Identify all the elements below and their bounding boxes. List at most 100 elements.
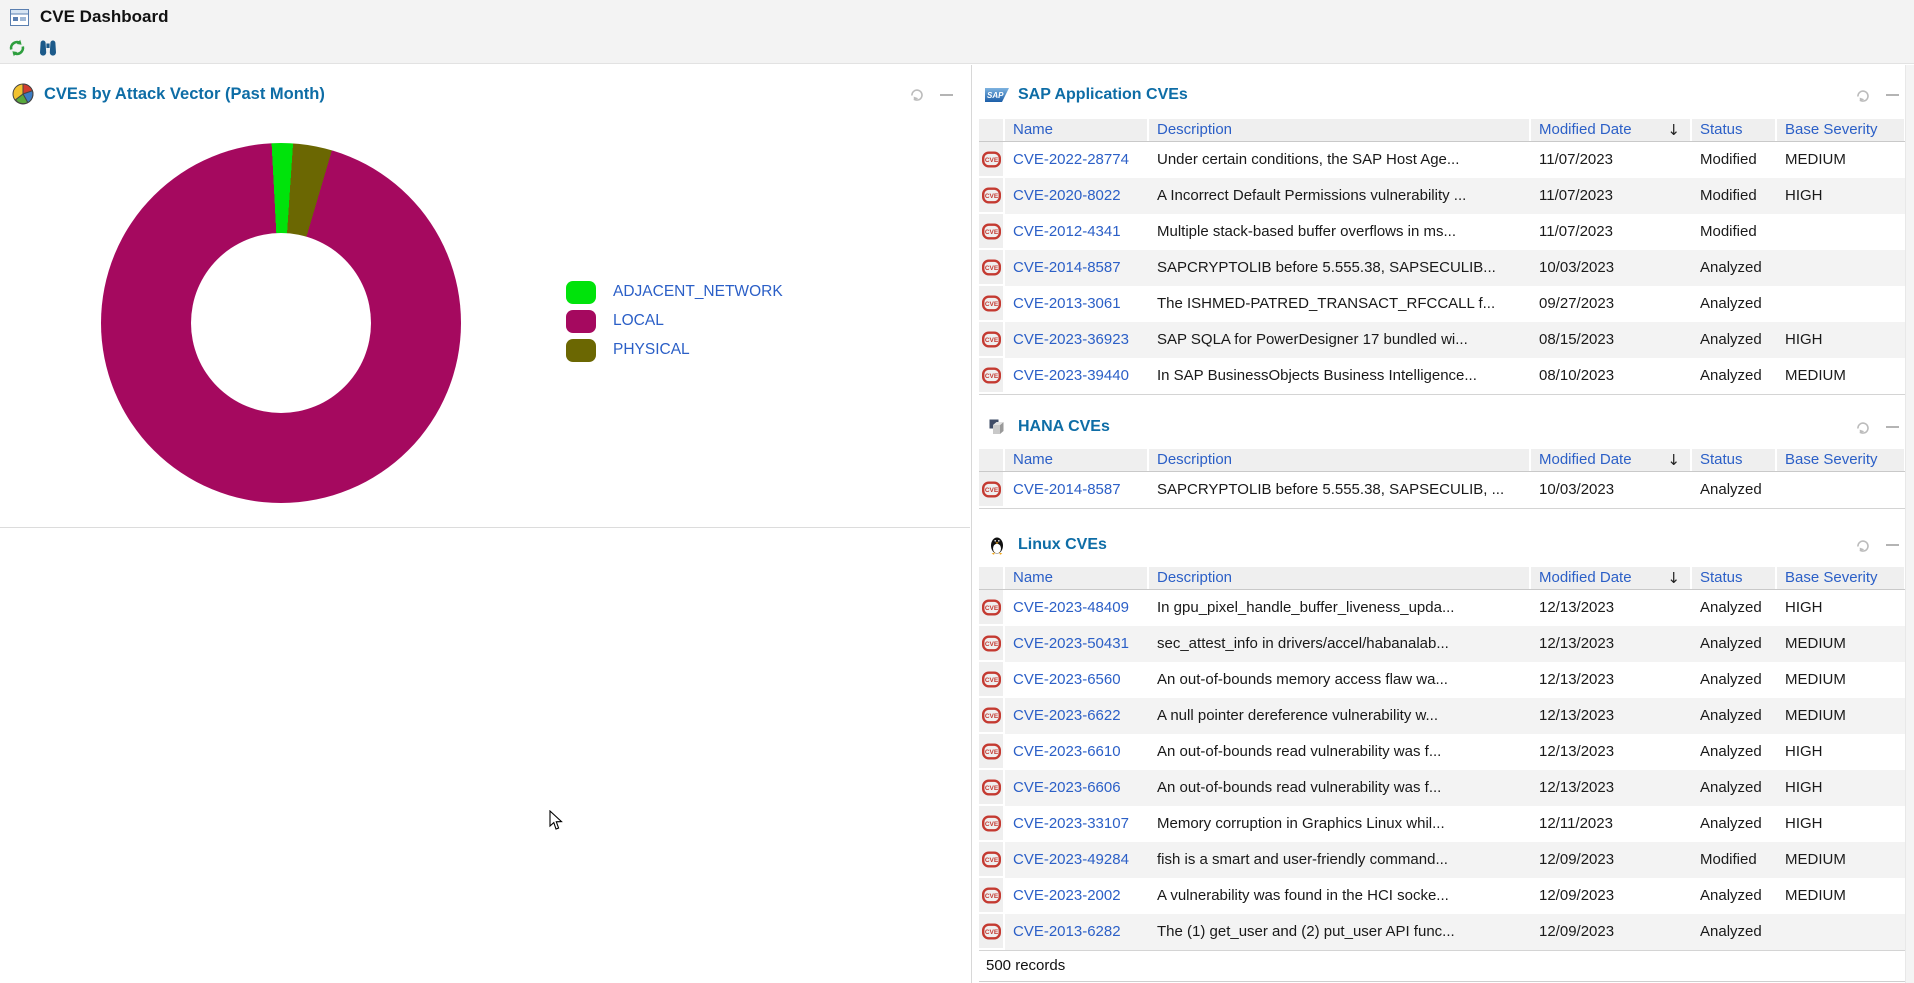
severity-cell: HIGH <box>1777 322 1906 358</box>
cve-name-cell[interactable]: CVE-2013-3061 <box>1005 286 1149 322</box>
table-row[interactable]: CVECVE-2014-8587SAPCRYPTOLIB before 5.55… <box>979 472 1906 508</box>
column-header-description[interactable]: Description <box>1149 567 1531 589</box>
name-text[interactable]: CVE-2013-3061 <box>1013 295 1121 312</box>
cve-name-cell[interactable]: CVE-2022-28774 <box>1005 142 1149 178</box>
section-refresh-icon[interactable] <box>1855 88 1871 103</box>
severity-text: HIGH <box>1785 815 1823 832</box>
table-row[interactable]: CVECVE-2023-33107Memory corruption in Gr… <box>979 806 1906 842</box>
column-header-status[interactable]: Status <box>1692 567 1777 589</box>
name-text[interactable]: CVE-2022-28774 <box>1013 151 1129 168</box>
column-header-base-severity[interactable]: Base Severity <box>1777 567 1906 589</box>
cve-name-cell[interactable]: CVE-2023-39440 <box>1005 358 1149 394</box>
donut-chart[interactable] <box>101 143 461 503</box>
name-text[interactable]: CVE-2023-39440 <box>1013 367 1129 384</box>
column-header-description[interactable]: Description <box>1149 449 1531 471</box>
section-refresh-icon[interactable] <box>1855 538 1871 553</box>
table-row[interactable]: CVECVE-2023-36923SAP SQLA for PowerDesig… <box>979 322 1906 358</box>
table-row[interactable]: CVECVE-2014-8587SAPCRYPTOLIB before 5.55… <box>979 250 1906 286</box>
column-header-name[interactable]: Name <box>1005 567 1149 589</box>
pie-chart-icon <box>12 83 34 105</box>
name-text[interactable]: CVE-2023-6606 <box>1013 779 1121 796</box>
cve-name-cell[interactable]: CVE-2023-48409 <box>1005 590 1149 626</box>
date-cell: 08/15/2023 <box>1531 322 1692 358</box>
date-text: 10/03/2023 <box>1539 472 1614 508</box>
name-text[interactable]: CVE-2013-6282 <box>1013 923 1121 940</box>
name-text[interactable]: CVE-2012-4341 <box>1013 223 1121 240</box>
cve-name-cell[interactable]: CVE-2023-50431 <box>1005 626 1149 662</box>
cve-name-cell[interactable]: CVE-2023-36923 <box>1005 322 1149 358</box>
column-header-status[interactable]: Status <box>1692 119 1777 141</box>
cve-name-cell[interactable]: CVE-2023-6560 <box>1005 662 1149 698</box>
table-row[interactable]: CVECVE-2023-48409In gpu_pixel_handle_buf… <box>979 590 1906 626</box>
name-text[interactable]: CVE-2023-6622 <box>1013 707 1121 724</box>
table-row[interactable]: CVECVE-2013-3061The ISHMED-PATRED_TRANSA… <box>979 286 1906 322</box>
table-row[interactable]: CVECVE-2023-6560An out-of-bounds memory … <box>979 662 1906 698</box>
table-row[interactable]: CVECVE-2022-28774Under certain condition… <box>979 142 1906 178</box>
section-minimize-icon[interactable] <box>1884 538 1900 553</box>
cve-name-cell[interactable]: CVE-2023-33107 <box>1005 806 1149 842</box>
cve-tables-panel: SAP SAP Application CVEs NameDescription… <box>971 65 1914 983</box>
cve-name-cell[interactable]: CVE-2014-8587 <box>1005 250 1149 286</box>
name-text[interactable]: CVE-2023-48409 <box>1013 599 1129 616</box>
column-header-name[interactable]: Name <box>1005 449 1149 471</box>
name-text[interactable]: CVE-2023-33107 <box>1013 815 1129 832</box>
column-header-modified-date[interactable]: Modified Date↓ <box>1531 119 1692 141</box>
column-header-status[interactable]: Status <box>1692 449 1777 471</box>
table-header-row: NameDescriptionModified Date↓StatusBase … <box>979 567 1906 590</box>
name-text[interactable]: CVE-2020-8022 <box>1013 187 1121 204</box>
column-header-base-severity[interactable]: Base Severity <box>1777 119 1906 141</box>
section-refresh-icon[interactable] <box>1855 420 1871 435</box>
table-row[interactable]: CVECVE-2023-6622A null pointer dereferen… <box>979 698 1906 734</box>
desc-cell: An out-of-bounds memory access flaw wa..… <box>1149 662 1531 698</box>
table-row[interactable]: CVECVE-2023-6610An out-of-bounds read vu… <box>979 734 1906 770</box>
status-text: Analyzed <box>1700 295 1762 312</box>
cve-icon: CVE <box>982 187 1001 204</box>
section-minimize-icon[interactable] <box>1884 88 1900 103</box>
chart-panel-header: CVEs by Attack Vector (Past Month) <box>12 81 325 107</box>
column-header-description[interactable]: Description <box>1149 119 1531 141</box>
table-row[interactable]: CVECVE-2023-39440In SAP BusinessObjects … <box>979 358 1906 394</box>
name-text[interactable]: CVE-2023-2002 <box>1013 887 1121 904</box>
table-row[interactable]: CVECVE-2023-2002A vulnerability was foun… <box>979 878 1906 914</box>
table-row[interactable]: CVECVE-2023-50431sec_attest_info in driv… <box>979 626 1906 662</box>
cve-name-cell[interactable]: CVE-2023-6606 <box>1005 770 1149 806</box>
table-row[interactable]: CVECVE-2013-6282The (1) get_user and (2)… <box>979 914 1906 950</box>
table-row[interactable]: CVECVE-2023-6606An out-of-bounds read vu… <box>979 770 1906 806</box>
section-minimize-icon[interactable] <box>1884 420 1900 435</box>
cve-name-cell[interactable]: CVE-2013-6282 <box>1005 914 1149 950</box>
column-header-base-severity[interactable]: Base Severity <box>1777 449 1906 471</box>
table-row[interactable]: CVECVE-2023-49284fish is a smart and use… <box>979 842 1906 878</box>
legend-item: ADJACENT_NETWORK <box>566 280 783 304</box>
svg-text:CVE: CVE <box>984 229 998 236</box>
chart-refresh-icon[interactable] <box>909 87 925 102</box>
name-text[interactable]: CVE-2023-49284 <box>1013 851 1129 868</box>
table-row[interactable]: CVECVE-2012-4341Multiple stack-based buf… <box>979 214 1906 250</box>
cve-name-cell[interactable]: CVE-2023-2002 <box>1005 878 1149 914</box>
table-row[interactable]: CVECVE-2020-8022A Incorrect Default Perm… <box>979 178 1906 214</box>
cve-name-cell[interactable]: CVE-2020-8022 <box>1005 178 1149 214</box>
cve-name-cell[interactable]: CVE-2023-6610 <box>1005 734 1149 770</box>
status-text: Analyzed <box>1700 743 1762 760</box>
desc-cell: The (1) get_user and (2) put_user API fu… <box>1149 914 1531 950</box>
name-text[interactable]: CVE-2023-36923 <box>1013 331 1129 348</box>
status-cell: Modified <box>1692 178 1777 214</box>
column-header-modified-date[interactable]: Modified Date↓ <box>1531 567 1692 589</box>
column-header-modified-date[interactable]: Modified Date↓ <box>1531 449 1692 471</box>
cve-name-cell[interactable]: CVE-2023-6622 <box>1005 698 1149 734</box>
name-text[interactable]: CVE-2014-8587 <box>1013 481 1121 498</box>
refresh-button[interactable] <box>6 37 28 59</box>
cve-name-cell[interactable]: CVE-2012-4341 <box>1005 214 1149 250</box>
cve-name-cell[interactable]: CVE-2023-49284 <box>1005 842 1149 878</box>
vertical-scrollbar[interactable] <box>1905 65 1914 983</box>
cve-name-cell[interactable]: CVE-2014-8587 <box>1005 472 1149 508</box>
column-header-name[interactable]: Name <box>1005 119 1149 141</box>
chart-minimize-icon[interactable] <box>938 87 954 102</box>
name-text[interactable]: CVE-2014-8587 <box>1013 259 1121 276</box>
status-cell: Analyzed <box>1692 472 1777 508</box>
name-text[interactable]: CVE-2023-6610 <box>1013 743 1121 760</box>
name-text[interactable]: CVE-2023-50431 <box>1013 635 1129 652</box>
name-text[interactable]: CVE-2023-6560 <box>1013 671 1121 688</box>
search-binoculars-button[interactable] <box>37 37 59 59</box>
dashboard-window-icon <box>10 9 29 26</box>
severity-text: HIGH <box>1785 779 1823 796</box>
